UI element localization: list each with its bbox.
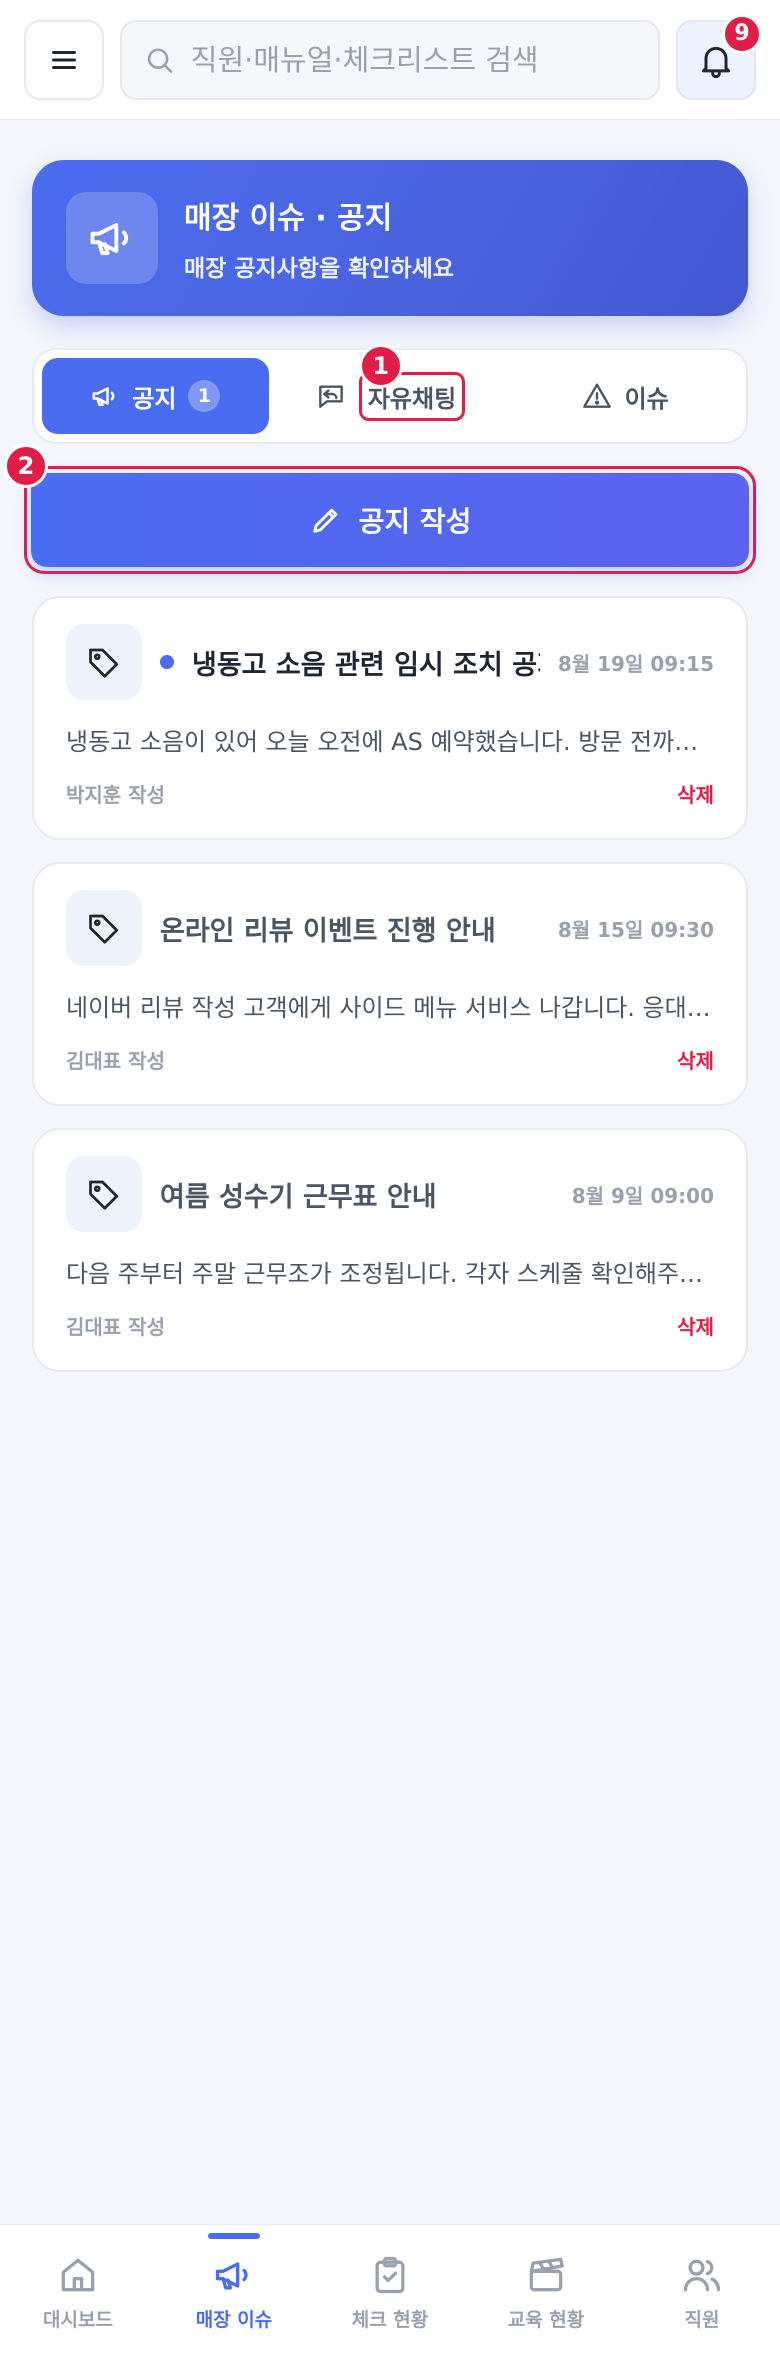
- search-box[interactable]: [120, 19, 660, 100]
- delete-notice-button[interactable]: 삭제: [677, 1311, 714, 1340]
- category-tabs: 공지 1 1 자유채팅 이슈: [32, 344, 748, 444]
- menu-button[interactable]: [24, 19, 104, 100]
- annotation-marker-2: 2: [4, 444, 48, 488]
- notice-author: 김대표 작성: [66, 1315, 165, 1339]
- notice-footer: 김대표 작성 삭제: [66, 1045, 714, 1074]
- banner-subtitle: 매장 공지사항을 확인하세요: [184, 256, 454, 282]
- notice-date: 8월 15일 09:30: [557, 917, 714, 942]
- compose-notice-label: 공지 작성: [358, 505, 472, 538]
- active-tab-indicator: [208, 2233, 260, 2239]
- tab-issue-label: 이슈: [624, 384, 669, 413]
- warning-icon: [582, 383, 611, 408]
- unread-dot: [160, 655, 174, 669]
- notice-date: 8월 9일 09:00: [571, 1183, 714, 1208]
- chat-reply-icon: [318, 385, 343, 408]
- compose-notice-button[interactable]: 공지 작성: [31, 473, 749, 567]
- clapperboard-icon: [529, 2257, 564, 2292]
- megaphone-icon: [90, 223, 129, 256]
- nav-check-status[interactable]: 체크 현황: [312, 2225, 468, 2360]
- banner-icon-box: [66, 192, 158, 284]
- hamburger-icon: [52, 50, 76, 69]
- tag-icon: [89, 914, 119, 944]
- notice-preview: 냉동고 소음이 있어 오늘 오전에 AS 예약했습니다. 방문 전까지 냉동고 …: [66, 728, 714, 756]
- notice-preview: 다음 주부터 주말 근무조가 조정됩니다. 각자 스케줄 확인해주세요.: [66, 1260, 714, 1288]
- nav-dashboard-label: 대시보드: [43, 2309, 113, 2331]
- nav-dashboard[interactable]: 대시보드: [0, 2225, 156, 2360]
- nav-store-issue[interactable]: 매장 이슈: [156, 2225, 312, 2360]
- notice-tag-box: [66, 890, 142, 966]
- tab-notice[interactable]: 공지 1: [42, 358, 269, 434]
- notice-author: 박지훈 작성: [66, 783, 165, 807]
- tab-free-chat[interactable]: 1 자유채팅: [277, 344, 504, 434]
- home-icon: [61, 2258, 95, 2292]
- notice-footer: 김대표 작성 삭제: [66, 1311, 714, 1340]
- notification-count-badge: 9: [722, 13, 762, 54]
- clipboard-check-icon: [375, 2256, 405, 2294]
- notification-button[interactable]: 9: [676, 13, 762, 100]
- notice-card[interactable]: 온라인 리뷰 이벤트 진행 안내 8월 15일 09:30 네이버 리뷰 작성 …: [32, 862, 748, 1106]
- tag-icon: [89, 1180, 119, 1210]
- notice-card-header: 냉동고 소음 관련 임시 조치 공지 8월 19일 09:15: [66, 624, 714, 700]
- users-icon: [683, 2259, 721, 2292]
- pencil-icon: [312, 508, 337, 533]
- nav-store-issue-label: 매장 이슈: [195, 2309, 273, 2331]
- notice-title: 여름 성수기 근무표 안내: [160, 1181, 437, 1213]
- nav-staff-label: 직원: [684, 2309, 720, 2331]
- delete-notice-button[interactable]: 삭제: [677, 779, 714, 808]
- notice-card-header: 여름 성수기 근무표 안내 8월 9일 09:00: [66, 1156, 714, 1232]
- tag-icon: [89, 648, 119, 678]
- tab-notice-count-badge: 1: [188, 380, 221, 412]
- tab-notice-label: 공지: [132, 384, 177, 413]
- search-input[interactable]: [190, 42, 636, 77]
- compose-highlight: 공지 작성: [24, 466, 756, 574]
- megaphone-icon: [92, 387, 115, 406]
- notice-footer: 박지훈 작성 삭제: [66, 779, 714, 808]
- nav-training-status[interactable]: 교육 현황: [468, 2225, 624, 2360]
- banner-title: 매장 이슈 · 공지: [184, 201, 393, 236]
- nav-staff[interactable]: 직원: [624, 2225, 780, 2360]
- app-screen: 9 매장 이슈 · 공지 매장 공지사항을 확인하세요 공지 1 1: [0, 0, 780, 2360]
- search-icon: [147, 47, 173, 73]
- top-bar: 9: [0, 0, 780, 120]
- notice-title: 온라인 리뷰 이벤트 진행 안내: [160, 915, 496, 947]
- delete-notice-button[interactable]: 삭제: [677, 1045, 714, 1074]
- nav-check-status-label: 체크 현황: [351, 2309, 429, 2331]
- notice-tag-box: [66, 1156, 142, 1232]
- notice-tag-box: [66, 624, 142, 700]
- notice-preview: 네이버 리뷰 작성 고객에게 사이드 메뉴 서비스 나갑니다. 응대 시 안내 …: [66, 994, 714, 1022]
- bottom-navigation: 대시보드 매장 이슈 체크 현황 교육 현황 직원: [0, 2224, 780, 2360]
- nav-training-status-label: 교육 현황: [507, 2309, 585, 2331]
- notice-card[interactable]: 냉동고 소음 관련 임시 조치 공지 8월 19일 09:15 냉동고 소음이 …: [32, 596, 748, 840]
- section-banner: 매장 이슈 · 공지 매장 공지사항을 확인하세요: [32, 160, 748, 316]
- notice-date: 8월 19일 09:15: [557, 651, 714, 676]
- banner-text: 매장 이슈 · 공지 매장 공지사항을 확인하세요: [184, 193, 454, 283]
- notice-card-header: 온라인 리뷰 이벤트 진행 안내 8월 15일 09:30: [66, 890, 714, 966]
- annotation-marker-1: 1: [358, 344, 403, 388]
- notice-title: 냉동고 소음 관련 임시 조치 공지: [192, 649, 540, 681]
- notice-author: 김대표 작성: [66, 1049, 165, 1073]
- tab-issue[interactable]: 이슈: [511, 358, 738, 434]
- notice-card[interactable]: 여름 성수기 근무표 안내 8월 9일 09:00 다음 주부터 주말 근무조가…: [32, 1128, 748, 1372]
- megaphone-icon: [215, 2262, 248, 2290]
